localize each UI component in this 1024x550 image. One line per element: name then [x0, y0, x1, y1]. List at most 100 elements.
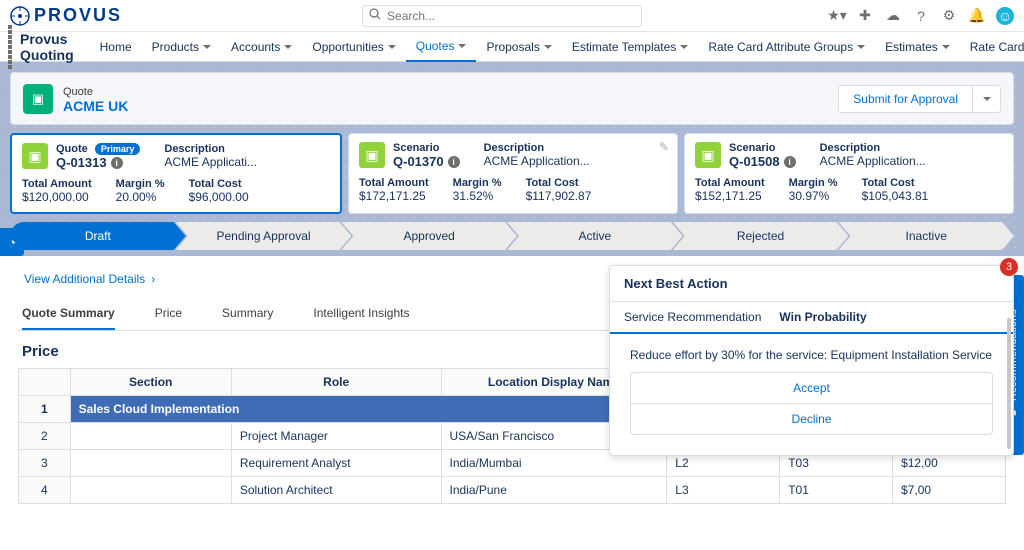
setup-gear-icon[interactable]: ⚙ [940, 7, 958, 25]
col-role[interactable]: Role [231, 369, 441, 396]
card-type-label: Scenario [729, 142, 796, 154]
total-amount-value: $152,171.25 [695, 189, 765, 203]
global-search[interactable] [362, 5, 642, 27]
stage-inactive[interactable]: Inactive [838, 222, 1014, 250]
cell-section[interactable] [70, 450, 231, 477]
cell-skills[interactable]: L3 [667, 477, 780, 504]
scenario-card-primary[interactable]: ▣ Quote Primary Q-01313i Description ACM… [10, 133, 342, 214]
nav-rate-card-attr-groups[interactable]: Rate Card Attribute Groups [698, 32, 875, 62]
next-best-action-panel: Next Best Action Service Recommendation … [609, 265, 1014, 456]
cell-base[interactable]: $7,00 [893, 477, 1006, 504]
info-icon[interactable]: i [111, 157, 123, 169]
cell-section[interactable] [70, 477, 231, 504]
rownum: 2 [19, 423, 71, 450]
chevron-down-icon [544, 40, 552, 54]
pencil-icon[interactable]: ✎ [659, 140, 669, 154]
stage-approved[interactable]: Approved [341, 222, 517, 250]
trailhead-icon[interactable]: ☁ [884, 7, 902, 25]
add-icon[interactable]: ✚ [856, 7, 874, 25]
quote-object-icon: ▣ [23, 84, 53, 114]
stage-path: Draft Pending Approval Approved Active R… [10, 222, 1014, 250]
cell-band[interactable]: T01 [780, 477, 893, 504]
card-desc-value: ACME Application... [484, 154, 590, 168]
nav-home[interactable]: Home [90, 32, 142, 62]
rownum: 1 [19, 396, 71, 423]
tab-quote-summary[interactable]: Quote Summary [22, 298, 115, 330]
search-input[interactable] [387, 9, 635, 23]
submit-approval-button[interactable]: Submit for Approval [838, 85, 973, 113]
global-header: PROVUS ★▾ ✚ ☁ ? ⚙ 🔔 ☺ [0, 0, 1024, 32]
scenario-card[interactable]: ✎ ▣ Scenario Q-01370i Description ACME A… [348, 133, 678, 214]
cell-section[interactable] [70, 423, 231, 450]
margin-value: 20.00% [116, 190, 165, 204]
cell-role[interactable]: Project Manager [231, 423, 441, 450]
cell-location[interactable]: India/Pune [441, 477, 667, 504]
app-launcher-icon[interactable] [8, 25, 12, 69]
tab-intelligent-insights[interactable]: Intelligent Insights [313, 298, 409, 330]
margin-value: 30.97% [789, 189, 838, 203]
margin-value: 31.52% [453, 189, 502, 203]
info-icon[interactable]: i [784, 156, 796, 168]
card-desc-value: ACME Applicati... [164, 155, 257, 169]
app-name: Provus Quoting [20, 31, 74, 63]
search-icon [369, 8, 381, 23]
chevron-down-icon [284, 40, 292, 54]
total-cost-value: $117,902.87 [526, 189, 592, 203]
scenario-card[interactable]: ▣ Scenario Q-01508i Description ACME App… [684, 133, 1014, 214]
chevron-down-icon [942, 40, 950, 54]
stage-pending[interactable]: Pending Approval [176, 222, 352, 250]
cell-role[interactable]: Requirement Analyst [231, 450, 441, 477]
chevron-right-icon: › [151, 272, 155, 286]
left-flyout-toggle[interactable]: ◔ [0, 228, 24, 256]
nav-products[interactable]: Products [142, 32, 221, 62]
nav-opportunities[interactable]: Opportunities [302, 32, 405, 62]
view-additional-details-link[interactable]: View Additional Details › [18, 264, 161, 294]
chevron-down-icon [203, 40, 211, 54]
nav-estimate-templates[interactable]: Estimate Templates [562, 32, 699, 62]
avatar[interactable]: ☺ [996, 7, 1014, 25]
panel-tab-service-rec[interactable]: Service Recommendation [624, 302, 761, 332]
primary-badge: Primary [95, 143, 141, 155]
tab-summary[interactable]: Summary [222, 298, 273, 330]
total-amount-value: $172,171.25 [359, 189, 429, 203]
notifications-bell-icon[interactable]: 🔔 [968, 7, 986, 25]
total-amount-label: Total Amount [22, 178, 92, 190]
cell-role[interactable]: Solution Architect [231, 477, 441, 504]
nav-quotes[interactable]: Quotes [406, 32, 477, 62]
help-icon[interactable]: ? [912, 7, 930, 25]
submit-approval-dropdown[interactable] [973, 85, 1001, 113]
tab-price[interactable]: Price [155, 298, 182, 330]
favorite-icon[interactable]: ★▾ [828, 7, 846, 25]
nav-rate-cards[interactable]: Rate Cards [960, 32, 1024, 62]
total-cost-label: Total Cost [526, 177, 592, 189]
accept-button[interactable]: Accept [631, 373, 992, 403]
nav-proposals[interactable]: Proposals [476, 32, 561, 62]
record-name[interactable]: ACME UK [63, 98, 128, 114]
brand-logo: PROVUS [10, 5, 122, 26]
total-cost-value: $96,000.00 [189, 190, 249, 204]
chevron-down-icon [983, 91, 991, 106]
stage-rejected[interactable]: Rejected [673, 222, 849, 250]
card-qnum: Q-01370i [393, 154, 460, 169]
panel-scrollbar[interactable] [1007, 318, 1011, 449]
total-cost-value: $105,043.81 [862, 189, 929, 203]
total-cost-label: Total Cost [862, 177, 929, 189]
stage-active[interactable]: Active [507, 222, 683, 250]
info-icon[interactable]: i [448, 156, 460, 168]
record-header: ▣ Quote ACME UK Submit for Approval [10, 72, 1014, 125]
grid-data-row[interactable]: 4 Solution Architect India/Pune L3 T01 $… [19, 477, 1006, 504]
chevron-down-icon [680, 40, 688, 54]
panel-tab-win-prob[interactable]: Win Probability [779, 302, 866, 332]
card-desc-label: Description [164, 143, 257, 155]
card-desc-label: Description [484, 142, 590, 154]
decline-button[interactable]: Decline [631, 403, 992, 434]
col-section[interactable]: Section [70, 369, 231, 396]
chevron-down-icon [458, 39, 466, 53]
scenario-mini-icon: ▣ [695, 142, 721, 168]
nav-estimates[interactable]: Estimates [875, 32, 960, 62]
nav-accounts[interactable]: Accounts [221, 32, 302, 62]
total-cost-label: Total Cost [189, 178, 249, 190]
card-type-label: Scenario [393, 142, 460, 154]
stage-draft[interactable]: Draft [10, 222, 186, 250]
header-utilities: ★▾ ✚ ☁ ? ⚙ 🔔 ☺ [828, 7, 1014, 25]
